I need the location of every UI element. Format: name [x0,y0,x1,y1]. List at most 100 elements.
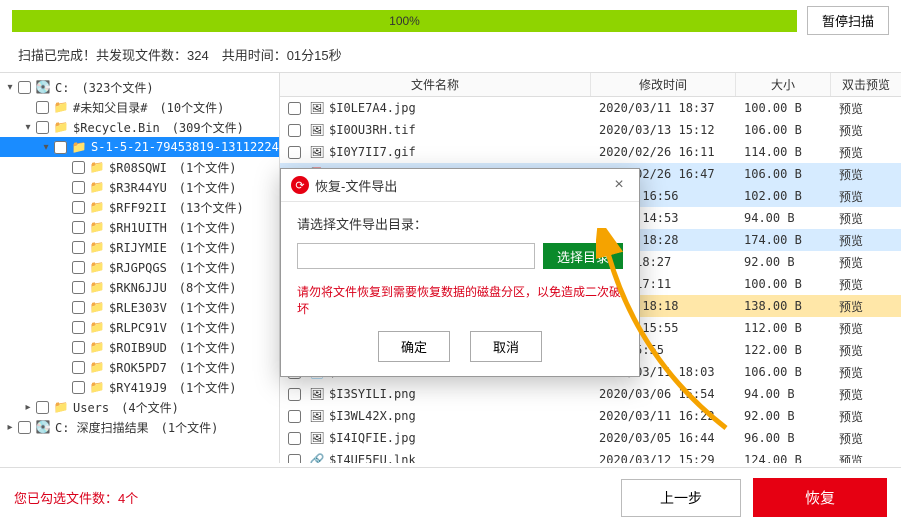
tree-checkbox[interactable] [54,141,67,154]
expand-toggle[interactable] [58,202,70,213]
expand-toggle[interactable] [22,102,34,113]
file-checkbox[interactable] [288,454,301,464]
expand-toggle[interactable] [58,162,70,173]
recover-button[interactable]: 恢复 [753,478,887,517]
file-checkbox[interactable] [288,124,301,137]
tree-item[interactable]: ▸C: 深度扫描结果 (1个文件) [0,417,279,437]
tree-item[interactable]: $RJGPQGS (1个文件) [0,257,279,277]
expand-toggle[interactable]: ▾ [4,82,16,93]
file-preview-link[interactable]: 预览 [831,342,901,359]
expand-toggle[interactable] [58,242,70,253]
tree-checkbox[interactable] [72,201,85,214]
export-path-input[interactable] [297,243,535,269]
file-checkbox[interactable] [288,432,301,445]
file-checkbox[interactable] [288,410,301,423]
file-preview-link[interactable]: 预览 [831,364,901,381]
col-size[interactable]: 大小 [736,73,831,96]
tree-item[interactable]: $RLE303V (1个文件) [0,297,279,317]
expand-toggle[interactable] [58,182,70,193]
tree-item[interactable]: $RKN6JJU (8个文件) [0,277,279,297]
folder-tree[interactable]: ▾C: (323个文件) #未知父目录# (10个文件)▾$Recycle.Bi… [0,73,280,463]
tree-checkbox[interactable] [36,101,49,114]
tree-checkbox[interactable] [18,421,31,434]
file-preview-link[interactable]: 预览 [831,276,901,293]
pause-scan-button[interactable]: 暂停扫描 [807,6,889,35]
tree-checkbox[interactable] [72,161,85,174]
tree-item[interactable]: $RFF92II (13个文件) [0,197,279,217]
tree-checkbox[interactable] [18,81,31,94]
col-name[interactable]: 文件名称 [280,73,591,96]
tree-item[interactable]: $RY419J9 (1个文件) [0,377,279,397]
file-row[interactable]: 🖼$I0OU3RH.tif2020/03/13 15:12106.00 B预览 [280,119,901,141]
ok-button[interactable]: 确定 [378,331,450,362]
file-checkbox[interactable] [288,102,301,115]
file-preview-link[interactable]: 预览 [831,100,901,117]
file-preview-link[interactable]: 预览 [831,430,901,447]
tree-item[interactable]: $RH1UITH (1个文件) [0,217,279,237]
tree-item[interactable]: $RIJYMIE (1个文件) [0,237,279,257]
file-row[interactable]: 🖼$I4IQFIE.jpg2020/03/05 16:4496.00 B预览 [280,427,901,449]
file-row[interactable]: 🖼$I0Y7II7.gif2020/02/26 16:11114.00 B预览 [280,141,901,163]
col-preview[interactable]: 双击预览 [831,73,901,96]
tree-checkbox[interactable] [72,261,85,274]
tree-item[interactable]: $R08SQWI (1个文件) [0,157,279,177]
file-preview-link[interactable]: 预览 [831,144,901,161]
tree-item[interactable]: $RLPC91V (1个文件) [0,317,279,337]
tree-item[interactable]: $R3R44YU (1个文件) [0,177,279,197]
tree-checkbox[interactable] [72,221,85,234]
file-preview-link[interactable]: 预览 [831,320,901,337]
expand-toggle[interactable] [58,382,70,393]
expand-toggle[interactable]: ▸ [22,402,34,413]
tree-label: $RFF92II (13个文件) [109,199,244,216]
file-preview-link[interactable]: 预览 [831,254,901,271]
cancel-button[interactable]: 取消 [470,331,542,362]
file-preview-link[interactable]: 预览 [831,166,901,183]
choose-folder-button[interactable]: 选择目录 [543,243,623,269]
file-preview-link[interactable]: 预览 [831,210,901,227]
file-preview-link[interactable]: 预览 [831,386,901,403]
tree-checkbox[interactable] [72,341,85,354]
file-row[interactable]: 🖼$I3SYILI.png2020/03/06 15:5494.00 B预览 [280,383,901,405]
expand-toggle[interactable]: ▾ [40,142,52,153]
expand-toggle[interactable] [58,322,70,333]
previous-step-button[interactable]: 上一步 [621,479,741,517]
file-preview-link[interactable]: 预览 [831,232,901,249]
file-preview-link[interactable]: 预览 [831,452,901,464]
file-size: 94.00 B [736,211,831,225]
tree-checkbox[interactable] [72,181,85,194]
close-icon[interactable]: × [609,175,629,195]
tree-checkbox[interactable] [36,121,49,134]
tree-item[interactable]: #未知父目录# (10个文件) [0,97,279,117]
tree-checkbox[interactable] [72,321,85,334]
expand-toggle[interactable] [58,302,70,313]
expand-toggle[interactable] [58,262,70,273]
tree-checkbox[interactable] [72,381,85,394]
tree-checkbox[interactable] [72,241,85,254]
tree-item[interactable]: ▾$Recycle.Bin (309个文件) [0,117,279,137]
file-row[interactable]: 🖼$I3WL42X.png2020/03/11 16:2292.00 B预览 [280,405,901,427]
expand-toggle[interactable] [58,342,70,353]
tree-item[interactable]: ▸Users (4个文件) [0,397,279,417]
file-checkbox[interactable] [288,388,301,401]
expand-toggle[interactable] [58,222,70,233]
tree-checkbox[interactable] [36,401,49,414]
file-preview-link[interactable]: 预览 [831,188,901,205]
tree-checkbox[interactable] [72,281,85,294]
expand-toggle[interactable] [58,282,70,293]
tree-item[interactable]: $ROIB9UD (1个文件) [0,337,279,357]
tree-item[interactable]: ▾C: (323个文件) [0,77,279,97]
tree-item[interactable]: ▾S-1-5-21-79453819-13112224 [0,137,279,157]
file-row[interactable]: 🖼$I0LE7A4.jpg2020/03/11 18:37100.00 B预览 [280,97,901,119]
file-checkbox[interactable] [288,146,301,159]
file-preview-link[interactable]: 预览 [831,122,901,139]
expand-toggle[interactable]: ▸ [4,422,16,433]
file-row[interactable]: 🔗$I4UE5EU.lnk2020/03/12 15:29124.00 B预览 [280,449,901,463]
tree-item[interactable]: $ROK5PD7 (1个文件) [0,357,279,377]
col-date[interactable]: 修改时间 [591,73,736,96]
expand-toggle[interactable]: ▾ [22,122,34,133]
tree-checkbox[interactable] [72,361,85,374]
file-preview-link[interactable]: 预览 [831,298,901,315]
file-preview-link[interactable]: 预览 [831,408,901,425]
tree-checkbox[interactable] [72,301,85,314]
expand-toggle[interactable] [58,362,70,373]
